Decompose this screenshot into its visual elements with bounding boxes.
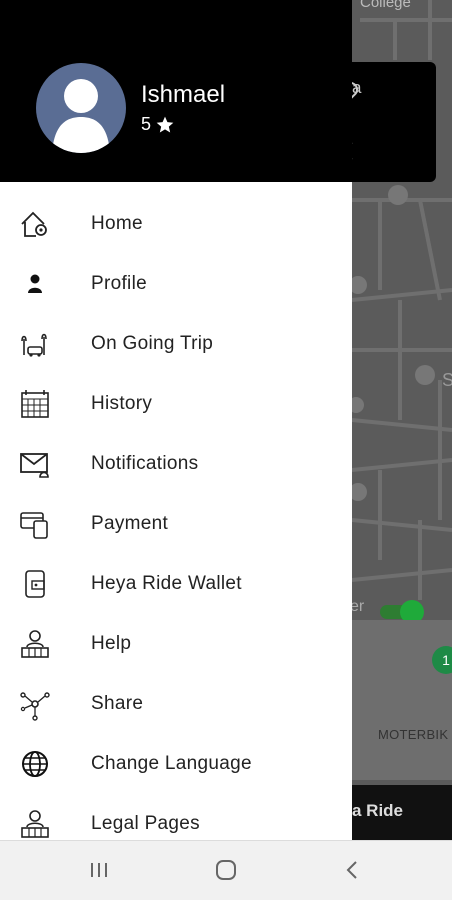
trip-car-icon [21, 333, 47, 357]
menu-item-label: Notifications [91, 453, 199, 474]
menu-item-label: Heya Ride Wallet [91, 573, 242, 594]
menu-item-label: Profile [91, 273, 147, 294]
rating-value: 5 [141, 114, 152, 134]
menu-item-notifications[interactable]: Notifications [0, 434, 352, 494]
menu-item-label: History [91, 393, 153, 414]
request-ride-button[interactable]: a Ride [352, 785, 452, 840]
back-chevron-icon[interactable] [338, 855, 368, 885]
menu-item-label: Legal Pages [91, 813, 200, 834]
home-circle-icon[interactable] [211, 855, 241, 885]
toggle-label: er [350, 598, 365, 615]
mail-bell-icon [20, 453, 49, 478]
menu-item-label: Help [91, 633, 132, 654]
menu-item-home[interactable]: Home [0, 194, 352, 254]
menu-item-help[interactable]: Help [0, 614, 352, 674]
menu-item-label: Home [91, 213, 143, 234]
user-silhouette-icon [52, 79, 110, 153]
vehicle-panel [352, 620, 452, 780]
globe-icon [22, 751, 48, 777]
map-place-label: College [360, 0, 411, 11]
help-support-icon [21, 630, 49, 658]
menu-item-change-language[interactable]: Change Language [0, 734, 352, 794]
drawer-header: Ishmael 5 [0, 0, 352, 182]
menu-item-wallet[interactable]: Heya Ride Wallet [0, 554, 352, 614]
vehicle-type-label: MOTERBIK [378, 727, 449, 742]
recents-icon[interactable] [84, 855, 114, 885]
navigation-drawer: Ishmael 5 Home Profile On Going Trip His… [0, 0, 352, 840]
avatar[interactable] [36, 63, 126, 153]
user-name: Ishmael [141, 81, 226, 108]
menu-item-share[interactable]: Share [0, 674, 352, 734]
menu-item-legal-pages[interactable]: Legal Pages [0, 794, 352, 840]
menu-item-label: Share [91, 693, 144, 714]
map-place-label: S [442, 370, 452, 390]
legal-icon [21, 810, 49, 838]
menu-item-payment[interactable]: Payment [0, 494, 352, 554]
menu-item-profile[interactable]: Profile [0, 254, 352, 314]
home-location-icon [21, 211, 47, 237]
calendar-history-icon [21, 390, 49, 418]
system-navigation-bar [0, 840, 452, 900]
wallet-icon [25, 570, 45, 598]
menu-item-label: Payment [91, 513, 169, 534]
vehicle-count-badge: 1 [432, 646, 452, 674]
person-icon [28, 274, 42, 293]
star-icon [156, 116, 174, 132]
user-rating: 5 [141, 114, 175, 135]
menu-item-history[interactable]: History [0, 374, 352, 434]
share-network-icon [20, 692, 50, 721]
menu-item-label: Change Language [91, 753, 252, 774]
menu-item-ongoing-trip[interactable]: On Going Trip [0, 314, 352, 374]
menu-item-label: On Going Trip [91, 333, 214, 354]
payment-card-icon [20, 512, 48, 539]
availability-toggle[interactable] [380, 600, 424, 624]
